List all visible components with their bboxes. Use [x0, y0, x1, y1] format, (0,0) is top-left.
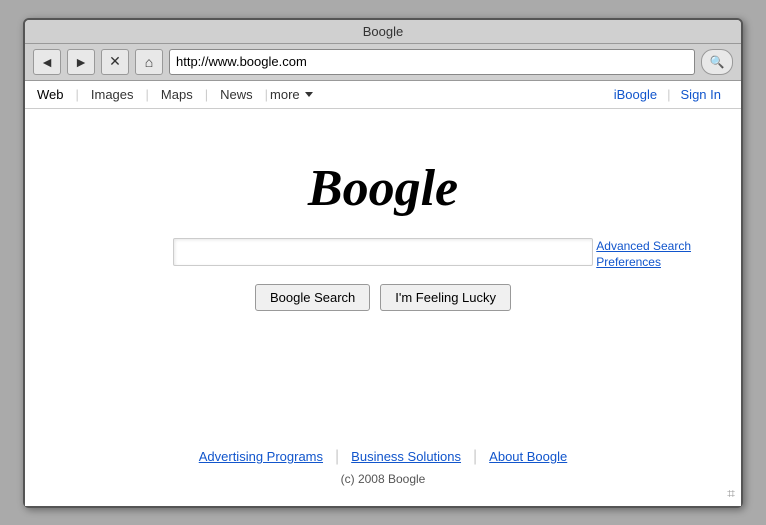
- magnifier-icon: 🔍: [710, 55, 725, 69]
- footer: Advertising Programs | Business Solution…: [25, 448, 741, 486]
- corner-decoration: ⌗: [727, 485, 735, 502]
- preferences-link[interactable]: Preferences: [596, 254, 661, 271]
- window-title: Boogle: [363, 24, 403, 39]
- page-content: Boogle Advanced Search Preferences Boogl…: [25, 109, 741, 506]
- about-link[interactable]: About Boogle: [489, 449, 567, 464]
- button-row: Boogle Search I'm Feeling Lucky: [255, 284, 511, 311]
- sep5: |: [667, 87, 670, 102]
- toolbar: ◄ ► ✕ ⌂ 🔍: [25, 44, 741, 81]
- sep3: |: [205, 87, 208, 102]
- back-button[interactable]: ◄: [33, 49, 61, 75]
- right-nav-links: iBoogle | Sign In: [606, 87, 729, 102]
- search-row: Advanced Search Preferences: [25, 238, 741, 266]
- nav-link-images[interactable]: Images: [81, 87, 144, 102]
- business-link[interactable]: Business Solutions: [351, 449, 461, 464]
- home-button[interactable]: ⌂: [135, 49, 163, 75]
- nav-links-bar: Web | Images | Maps | News | more iBoogl…: [25, 81, 741, 109]
- copyright: (c) 2008 Boogle: [25, 472, 741, 486]
- advertising-link[interactable]: Advertising Programs: [199, 449, 323, 464]
- search-input[interactable]: [173, 238, 593, 266]
- sep1: |: [76, 87, 79, 102]
- browser-window: Boogle ◄ ► ✕ ⌂ 🔍 Web | Images | Maps | N…: [23, 18, 743, 508]
- iboogle-link[interactable]: iBoogle: [606, 87, 665, 102]
- sep4: |: [265, 87, 268, 102]
- left-nav-links: Web | Images | Maps | News | more: [37, 87, 606, 102]
- nav-link-web[interactable]: Web: [37, 87, 74, 102]
- nav-link-news[interactable]: News: [210, 87, 263, 102]
- address-bar[interactable]: [169, 49, 695, 75]
- toolbar-search-button[interactable]: 🔍: [701, 49, 733, 75]
- forward-button[interactable]: ►: [67, 49, 95, 75]
- title-bar: Boogle: [25, 20, 741, 44]
- sep2: |: [146, 87, 149, 102]
- site-logo: Boogle: [308, 159, 458, 218]
- main-area: Boogle Advanced Search Preferences Boogl…: [25, 159, 741, 311]
- feeling-lucky-button[interactable]: I'm Feeling Lucky: [380, 284, 511, 311]
- footer-sep2: |: [473, 448, 477, 466]
- footer-links: Advertising Programs | Business Solution…: [25, 448, 741, 466]
- advanced-search-link[interactable]: Advanced Search: [596, 238, 691, 255]
- signin-link[interactable]: Sign In: [673, 87, 729, 102]
- more-label: more: [270, 87, 300, 102]
- more-button[interactable]: more: [270, 87, 313, 102]
- stop-button[interactable]: ✕: [101, 49, 129, 75]
- boogle-search-button[interactable]: Boogle Search: [255, 284, 370, 311]
- footer-sep1: |: [335, 448, 339, 466]
- nav-link-maps[interactable]: Maps: [151, 87, 203, 102]
- chevron-down-icon: [305, 92, 313, 97]
- search-side-links: Advanced Search Preferences: [596, 238, 691, 272]
